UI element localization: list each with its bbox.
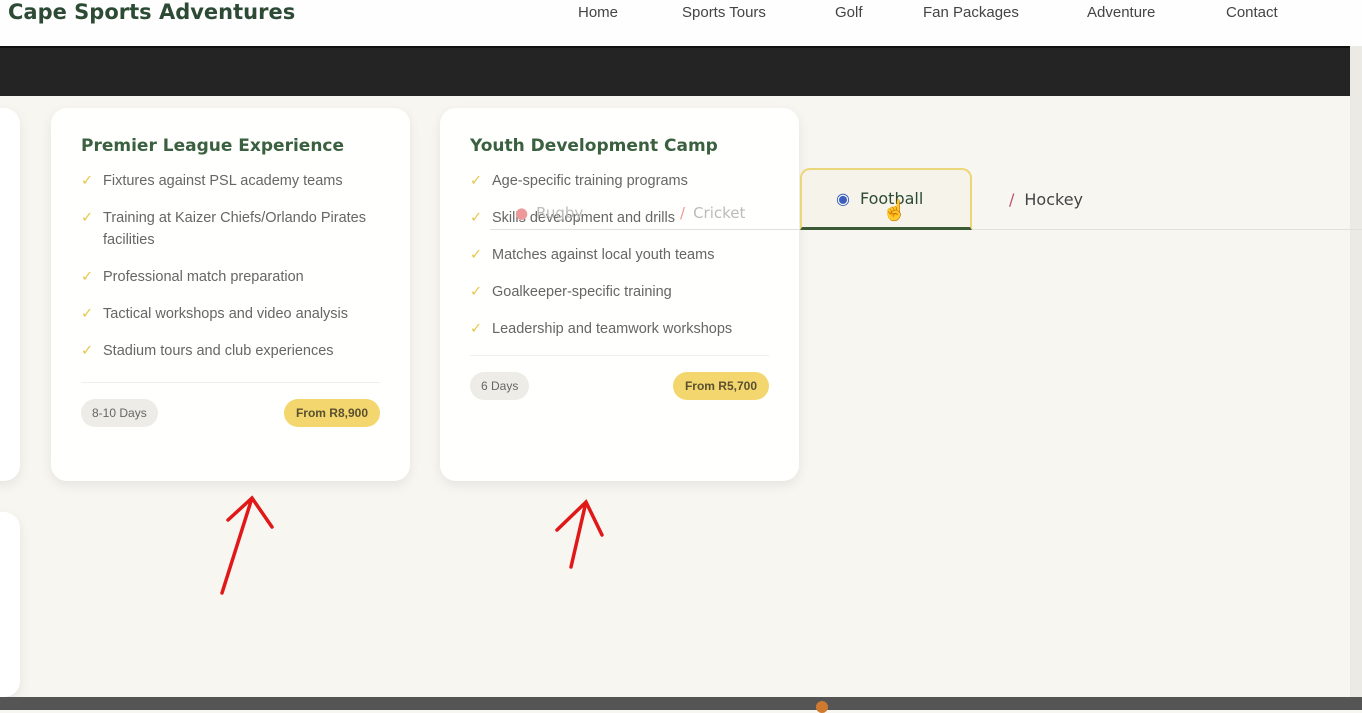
card-partial (0, 512, 20, 697)
tab-label: Hockey (1024, 189, 1084, 209)
card-partial (0, 108, 20, 481)
card-title: Premier League Experience (81, 136, 345, 156)
tab-hockey[interactable]: / Hockey (995, 168, 1097, 230)
tab-football[interactable]: ◉ Football (800, 168, 972, 230)
rugby-ball-icon: ● (515, 204, 529, 222)
tab-label: Football (859, 189, 924, 208)
feature-item: ✓ Stadium tours and club experiences (81, 340, 380, 362)
check-icon: ✓ (81, 173, 94, 189)
card-footer: 8-10 Days From R8,900 (81, 382, 380, 427)
cricket-bat-icon: / (680, 204, 686, 222)
feature-text: Training at Kaizer Chiefs/Orlando Pirate… (103, 210, 366, 248)
nav-golf[interactable]: Golf (835, 4, 863, 21)
football-icon: ◉ (836, 189, 850, 208)
feature-item: ✓ Matches against local youth teams (470, 244, 769, 266)
tab-label: Cricket (693, 204, 746, 222)
tab-rugby[interactable]: ● Rugby (515, 205, 583, 221)
feature-text: Professional match preparation (103, 269, 304, 285)
taskbar (0, 697, 1362, 713)
check-icon: ✓ (470, 321, 483, 337)
feature-text: Tactical workshops and video analysis (103, 306, 349, 322)
feature-text: Leadership and teamwork workshops (492, 321, 733, 337)
feature-text: Age-specific training programs (492, 173, 688, 189)
nav-sports-tours[interactable]: Sports Tours (682, 4, 766, 21)
red-arrow-icon (220, 495, 274, 595)
card-title: Youth Development Camp (470, 136, 718, 156)
check-icon: ✓ (81, 269, 94, 285)
package-card: Youth Development Camp ✓ Age-specific tra… (440, 108, 799, 481)
red-arrow-icon (555, 499, 604, 569)
nav-home[interactable]: Home (578, 4, 618, 21)
price-badge: From R8,900 (283, 399, 380, 427)
nav-adventure[interactable]: Adventure (1087, 4, 1155, 21)
check-icon: ✓ (470, 284, 483, 300)
feature-item: ✓ Age-specific training programs (470, 170, 769, 192)
check-icon: ✓ (81, 306, 94, 322)
feature-text: Goalkeeper-specific training (492, 284, 672, 300)
feature-text: Matches against local youth teams (492, 247, 715, 263)
check-icon: ✓ (81, 210, 94, 226)
site-header: Cape Sports Adventures Home Sports Tours… (0, 0, 1362, 46)
check-icon: ✓ (81, 343, 94, 359)
feature-item: ✓ Leadership and teamwork workshops (470, 318, 769, 340)
feature-text: Fixtures against PSL academy teams (103, 173, 343, 189)
price-badge: From R5,700 (672, 372, 769, 400)
site-logo[interactable]: Cape Sports Adventures (8, 0, 295, 24)
check-icon: ✓ (470, 210, 483, 226)
tab-cricket[interactable]: / Cricket (680, 205, 745, 221)
package-card: Premier League Experience ✓ Fixtures agai… (51, 108, 410, 481)
card-footer: 6 Days From R5,700 (470, 355, 769, 400)
nav-contact[interactable]: Contact (1226, 4, 1278, 21)
orange-dot-icon (816, 701, 828, 713)
feature-text: Stadium tours and club experiences (103, 343, 334, 359)
feature-item: ✓ Professional match preparation (81, 266, 380, 288)
feature-item: ✓ Goalkeeper-specific training (470, 281, 769, 303)
tab-label: Rugby (536, 204, 584, 222)
nav-fan-packages[interactable]: Fan Packages (923, 4, 1019, 21)
feature-item: ✓ Fixtures against PSL academy teams (81, 170, 380, 192)
duration-badge: 6 Days (470, 372, 530, 400)
check-icon: ✓ (470, 247, 483, 263)
feature-item: ✓ Tactical workshops and video analysis (81, 303, 380, 325)
feature-item: ✓ Training at Kaizer Chiefs/Orlando Pirat… (81, 207, 380, 251)
hero-banner (0, 46, 1362, 96)
check-icon: ✓ (470, 173, 483, 189)
scrollbar[interactable] (1350, 46, 1362, 697)
hockey-stick-icon: / (1009, 189, 1015, 209)
duration-badge: 8-10 Days (81, 399, 158, 427)
